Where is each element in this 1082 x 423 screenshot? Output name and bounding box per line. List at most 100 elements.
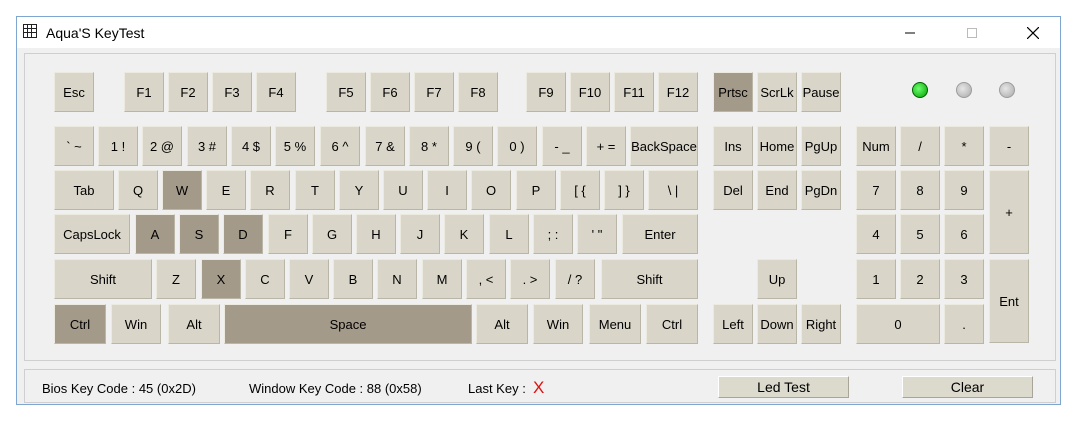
key-rwin[interactable]: Win xyxy=(533,304,583,344)
key-g[interactable]: G xyxy=(312,214,352,254)
key-kp-star[interactable]: * xyxy=(944,126,984,166)
key-comma[interactable]: , < xyxy=(466,259,506,299)
key-t[interactable]: T xyxy=(295,170,335,210)
key-backspace[interactable]: BackSpace xyxy=(630,126,698,166)
clear-button[interactable]: Clear xyxy=(902,376,1033,398)
key-kp-minus[interactable]: - xyxy=(989,126,1029,166)
key-c[interactable]: C xyxy=(245,259,285,299)
key-2[interactable]: 2 @ xyxy=(142,126,182,166)
key-f3[interactable]: F3 xyxy=(212,72,252,112)
key-f5[interactable]: F5 xyxy=(326,72,366,112)
key-3[interactable]: 3 # xyxy=(187,126,227,166)
key-o[interactable]: O xyxy=(471,170,511,210)
key-ins[interactable]: Ins xyxy=(713,126,753,166)
key-rbracket[interactable]: ] } xyxy=(604,170,644,210)
key-kp-1[interactable]: 1 xyxy=(856,259,896,299)
key-rctrl[interactable]: Ctrl xyxy=(646,304,698,344)
key-end[interactable]: End xyxy=(757,170,797,210)
key-b[interactable]: B xyxy=(333,259,373,299)
key-f11[interactable]: F11 xyxy=(614,72,654,112)
key-f[interactable]: F xyxy=(268,214,308,254)
key-8[interactable]: 8 * xyxy=(409,126,449,166)
key-w[interactable]: W xyxy=(162,170,202,210)
key-kp-0[interactable]: 0 xyxy=(856,304,940,344)
key-i[interactable]: I xyxy=(427,170,467,210)
minimize-button[interactable] xyxy=(887,17,932,48)
key-semicolon[interactable]: ; : xyxy=(533,214,573,254)
key-minus[interactable]: - _ xyxy=(542,126,582,166)
key-right[interactable]: Right xyxy=(801,304,841,344)
key-numlock[interactable]: Num xyxy=(856,126,896,166)
key-lctrl[interactable]: Ctrl xyxy=(54,304,106,344)
key-6[interactable]: 6 ^ xyxy=(320,126,360,166)
key-up[interactable]: Up xyxy=(757,259,797,299)
key-q[interactable]: Q xyxy=(118,170,158,210)
key-d[interactable]: D xyxy=(223,214,263,254)
key-enter[interactable]: Enter xyxy=(622,214,698,254)
key-n[interactable]: N xyxy=(377,259,417,299)
key-period[interactable]: . > xyxy=(510,259,550,299)
key-x[interactable]: X xyxy=(201,259,241,299)
key-backslash[interactable]: \ | xyxy=(648,170,698,210)
key-pgdn[interactable]: PgDn xyxy=(801,170,841,210)
key-kp-3[interactable]: 3 xyxy=(944,259,984,299)
key-lshift[interactable]: Shift xyxy=(54,259,152,299)
key-capslock[interactable]: CapsLock xyxy=(54,214,130,254)
key-m[interactable]: M xyxy=(422,259,462,299)
key-h[interactable]: H xyxy=(356,214,396,254)
key-kp-2[interactable]: 2 xyxy=(900,259,940,299)
key-f4[interactable]: F4 xyxy=(256,72,296,112)
key-del[interactable]: Del xyxy=(713,170,753,210)
key-v[interactable]: V xyxy=(289,259,329,299)
key-a[interactable]: A xyxy=(135,214,175,254)
key-e[interactable]: E xyxy=(206,170,246,210)
key-kp-slash[interactable]: / xyxy=(900,126,940,166)
key-k[interactable]: K xyxy=(444,214,484,254)
led-test-button[interactable]: Led Test xyxy=(718,376,849,398)
key-1[interactable]: 1 ! xyxy=(98,126,138,166)
key-pause[interactable]: Pause xyxy=(801,72,841,112)
key-kp-enter[interactable]: Ent xyxy=(989,259,1029,343)
key-f10[interactable]: F10 xyxy=(570,72,610,112)
key-r[interactable]: R xyxy=(250,170,290,210)
key-lalt[interactable]: Alt xyxy=(168,304,220,344)
key-5[interactable]: 5 % xyxy=(275,126,315,166)
key-lwin[interactable]: Win xyxy=(111,304,161,344)
key-ralt[interactable]: Alt xyxy=(476,304,528,344)
key-equals[interactable]: + = xyxy=(586,126,626,166)
key-0[interactable]: 0 ) xyxy=(497,126,537,166)
key-left[interactable]: Left xyxy=(713,304,753,344)
key-kp-7[interactable]: 7 xyxy=(856,170,896,210)
key-f9[interactable]: F9 xyxy=(526,72,566,112)
key-u[interactable]: U xyxy=(383,170,423,210)
key-lbracket[interactable]: [ { xyxy=(560,170,600,210)
maximize-button[interactable] xyxy=(949,17,994,48)
key-f2[interactable]: F2 xyxy=(168,72,208,112)
key-7[interactable]: 7 & xyxy=(365,126,405,166)
key-kp-5[interactable]: 5 xyxy=(900,214,940,254)
key-kp-6[interactable]: 6 xyxy=(944,214,984,254)
key-rshift[interactable]: Shift xyxy=(601,259,698,299)
key-kp-dot[interactable]: . xyxy=(944,304,984,344)
key-esc[interactable]: Esc xyxy=(54,72,94,112)
key-z[interactable]: Z xyxy=(156,259,196,299)
key-j[interactable]: J xyxy=(400,214,440,254)
key-p[interactable]: P xyxy=(516,170,556,210)
key-pgup[interactable]: PgUp xyxy=(801,126,841,166)
key-kp-8[interactable]: 8 xyxy=(900,170,940,210)
key-slash[interactable]: / ? xyxy=(555,259,595,299)
key-space[interactable]: Space xyxy=(224,304,472,344)
key-4[interactable]: 4 $ xyxy=(231,126,271,166)
key-s[interactable]: S xyxy=(179,214,219,254)
key-menu[interactable]: Menu xyxy=(589,304,641,344)
key-f6[interactable]: F6 xyxy=(370,72,410,112)
key-down[interactable]: Down xyxy=(757,304,797,344)
key-kp-9[interactable]: 9 xyxy=(944,170,984,210)
key-backtick[interactable]: ` ~ xyxy=(54,126,94,166)
close-button[interactable] xyxy=(1010,17,1055,48)
key-9[interactable]: 9 ( xyxy=(453,126,493,166)
key-f8[interactable]: F8 xyxy=(458,72,498,112)
key-f12[interactable]: F12 xyxy=(658,72,698,112)
key-f7[interactable]: F7 xyxy=(414,72,454,112)
key-f1[interactable]: F1 xyxy=(124,72,164,112)
